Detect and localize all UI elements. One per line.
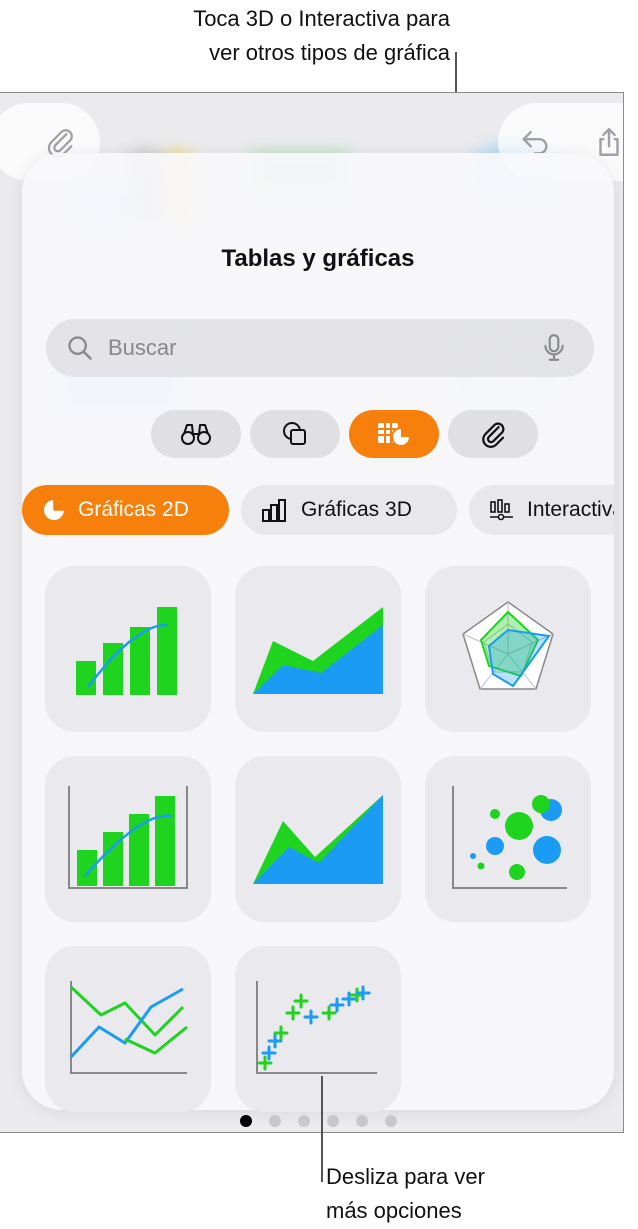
tables-charts-panel: Tablas y gráficas Buscar Gráficas 2D Grá… [22,153,614,1127]
chart-type-radar[interactable] [425,566,591,732]
page-indicator[interactable] [240,1115,414,1127]
category-find[interactable] [151,410,241,458]
callout-top-line2: ver otros tipos de gráfica [209,40,450,65]
callout-bottom-line2: más opciones [326,1198,462,1223]
scatter-chart-icon [256,981,377,1074]
tab-3d-charts[interactable]: Gráficas 3D [241,485,457,535]
bar-line-two-axis-chart-icon [68,786,188,889]
binoculars-icon [181,424,211,445]
chart-type-stacked-area[interactable] [235,566,401,732]
chart-type-bubble[interactable] [425,756,591,922]
tab-3d-charts-label: Gráficas 3D [301,498,412,521]
tab-interactive-charts-label: Interactiva [527,498,614,521]
share-icon[interactable] [592,125,624,159]
search-input[interactable] [108,319,508,377]
scatter-plus-mark [267,1033,283,1049]
category-shapes[interactable] [250,410,340,458]
paperclip-icon [482,422,505,448]
app-screen: Tablas y gráficas Buscar Gráficas 2D Grá… [0,92,624,1133]
bar-3d-icon [262,499,286,522]
search-bar[interactable] [46,319,594,377]
table-chart-icon [378,423,411,447]
chart-type-line[interactable] [45,946,211,1112]
page-dot-2[interactable] [269,1115,281,1127]
interactive-chart-icon [490,499,513,521]
scatter-plus-mark [355,985,371,1001]
chart-type-bar-line-axes[interactable] [45,756,211,922]
page-dot-3[interactable] [298,1115,310,1127]
scatter-plus-mark [293,993,309,1009]
category-tables-charts[interactable] [349,410,439,458]
callout-bottom-line1: Desliza para ver [326,1164,485,1189]
microphone-icon[interactable] [541,333,567,363]
tab-2d-charts-label: Gráficas 2D [78,498,189,521]
stacked-area-chart-icon [253,607,383,694]
category-media[interactable] [448,410,538,458]
bubble-chart-icon [452,786,567,889]
search-icon [68,336,92,360]
page-dot-5[interactable] [356,1115,368,1127]
chart-type-area[interactable] [235,756,401,922]
chart-type-mixed-bar-line[interactable] [45,566,211,732]
callout-top: Toca 3D o Interactiva para ver otros tip… [60,2,450,70]
callout-bottom: Desliza para ver más opciones [326,1160,626,1228]
scatter-plus-mark [273,1025,289,1041]
scatter-plus-mark [321,1005,337,1021]
line-chart-icon [69,981,188,1074]
panel-title: Tablas y gráficas [221,245,415,272]
callout-top-line1: Toca 3D o Interactiva para [193,6,450,31]
page-dot-6[interactable] [385,1115,397,1127]
area-chart-icon [253,795,383,884]
scatter-plus-mark [329,997,345,1013]
pie-chart-icon [44,500,64,520]
radar-chart-icon [462,601,554,690]
bar-line-mixed-chart-icon [76,607,177,695]
tab-interactive-charts[interactable]: Interactiva [469,485,614,535]
shapes-icon [283,422,306,445]
page-dot-1[interactable] [240,1115,252,1127]
callout-bottom-leader [321,1076,323,1182]
scatter-plus-mark [285,1005,301,1021]
tab-2d-charts[interactable]: Gráficas 2D [22,485,229,535]
page-dot-4[interactable] [327,1115,339,1127]
chart-type-scatter[interactable] [235,946,401,1112]
chart-subtabs: Gráficas 2D Gráficas 3D Interactiv [22,485,614,535]
scatter-plus-mark [303,1009,319,1025]
